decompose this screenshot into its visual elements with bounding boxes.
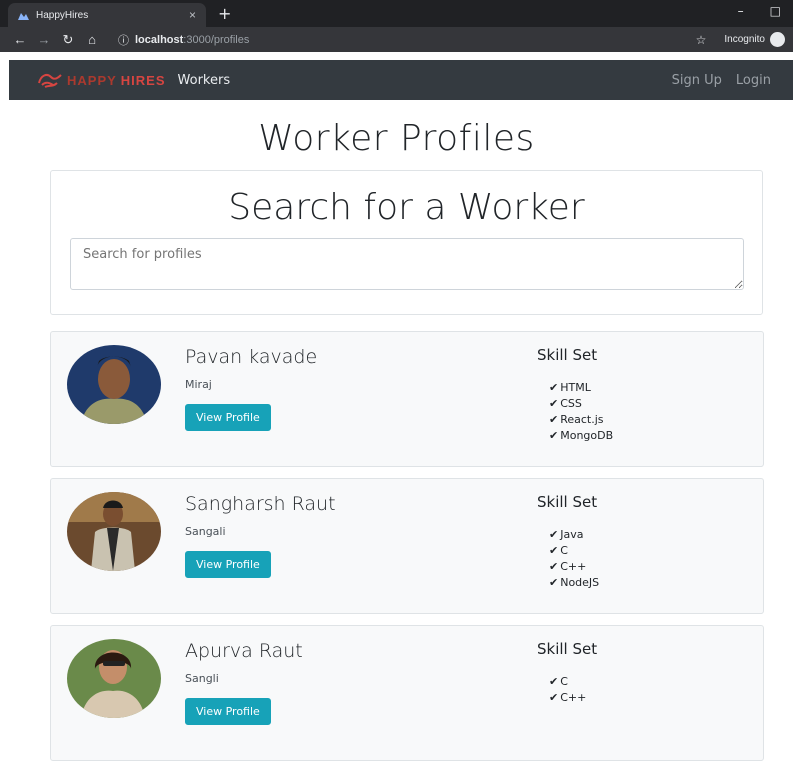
profile-name: Sangharsh Raut [185,493,336,515]
skill-set-heading: Skill Set [537,640,598,658]
incognito-label: Incognito [724,34,765,45]
tab-bar: HappyHires × + – □ [0,0,793,27]
app-navbar: HAPPY HIRES Workers Sign Up Login [9,60,793,100]
view-profile-button[interactable]: View Profile [185,404,271,431]
avatar [67,639,161,718]
maximize-icon[interactable]: □ [770,4,781,18]
search-heading: Search for a Worker [228,187,585,228]
url-field[interactable]: ⓘ localhost:3000/profiles [118,32,696,48]
url-path: :3000/profiles [183,33,250,46]
back-icon[interactable]: ← [8,32,32,47]
skill-list: HTML CSS React.js MongoDB [549,380,613,444]
skill-set-heading: Skill Set [537,346,598,364]
address-bar: ← → ↻ ⌂ ⓘ localhost:3000/profiles ☆ Inco… [0,27,793,52]
profile-location: Miraj [185,378,212,391]
skill-set-heading: Skill Set [537,493,598,511]
skill-item: MongoDB [549,428,613,444]
tab-close-icon[interactable]: × [189,8,196,22]
home-icon[interactable]: ⌂ [80,32,104,47]
minimize-icon[interactable]: – [738,4,744,18]
window-controls: – □ [738,4,781,18]
avatar [67,345,161,424]
reload-icon[interactable]: ↻ [56,32,80,48]
tab-title: HappyHires [36,9,89,21]
new-tab-icon[interactable]: + [218,4,231,23]
browser-chrome: HappyHires × + – □ ← → ↻ ⌂ ⓘ localhost:3… [0,0,793,52]
skill-item: HTML [549,380,613,396]
url-host: localhost [135,33,184,46]
view-profile-button[interactable]: View Profile [185,551,271,578]
avatar [67,492,161,571]
search-input[interactable] [70,238,744,290]
skill-item: CSS [549,396,613,412]
browser-tab[interactable]: HappyHires × [8,3,206,27]
profile-name: Apurva Raut [185,640,303,662]
info-icon[interactable]: ⓘ [118,32,129,48]
brand-logo[interactable]: HAPPY HIRES [37,71,166,89]
profile-location: Sangli [185,672,219,685]
bookmark-star-icon[interactable]: ☆ [696,33,707,47]
nav-workers-link[interactable]: Workers [178,73,231,88]
skill-item: C++ [549,690,586,706]
skill-item: React.js [549,412,613,428]
view-profile-button[interactable]: View Profile [185,698,271,725]
main-content: Worker Profiles Search for a Worker Pava… [0,100,793,761]
skill-list: Java C C++ NodeJS [549,527,599,591]
nav-signup-link[interactable]: Sign Up [672,73,722,88]
profile-name: Pavan kavade [185,346,318,368]
skill-item: C [549,543,599,559]
profile-card: Sangharsh Raut Sangali View Profile Skil… [50,478,764,614]
skill-list: C C++ [549,674,586,706]
profile-card: Pavan kavade Miraj View Profile Skill Se… [50,331,764,467]
profile-card: Apurva Raut Sangli View Profile Skill Se… [50,625,764,761]
incognito-icon [770,32,785,47]
profile-location: Sangali [185,525,226,538]
forward-icon[interactable]: → [32,32,56,47]
skill-item: C++ [549,559,599,575]
brand-happy: HAPPY [67,72,117,88]
site-favicon-icon [18,12,29,20]
brand-hires: HIRES [120,72,166,88]
incognito-indicator[interactable]: Incognito [724,32,785,47]
page-title: Worker Profiles [258,118,535,159]
nav-login-link[interactable]: Login [736,73,771,88]
skill-item: NodeJS [549,575,599,591]
handshake-logo-icon [38,74,62,88]
search-card: Search for a Worker [50,170,763,315]
skill-item: Java [549,527,599,543]
